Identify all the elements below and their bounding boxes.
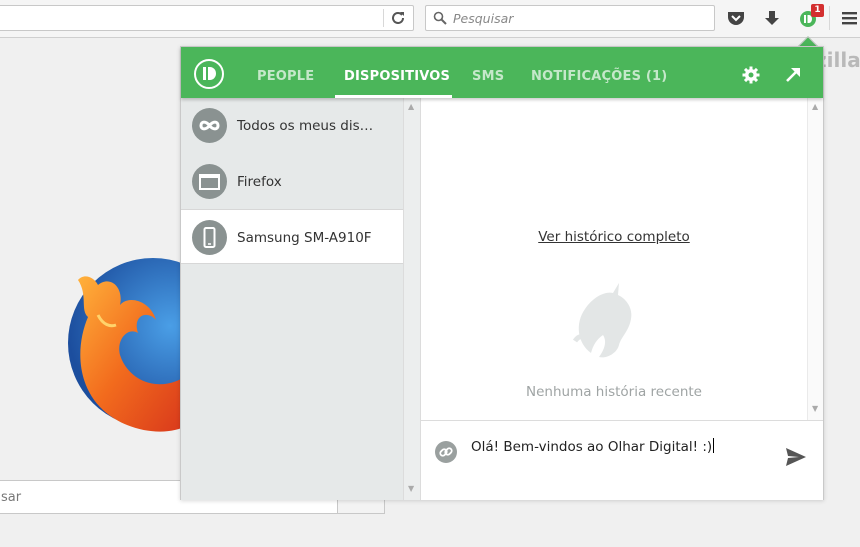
- scroll-up-arrow-icon[interactable]: ▲: [408, 102, 414, 111]
- browser-toolbar: Pesquisar 1: [0, 0, 860, 38]
- search-icon: [433, 10, 447, 29]
- page-search-placeholder: sar: [1, 490, 22, 505]
- device-item-firefox[interactable]: Firefox: [181, 154, 403, 209]
- empty-state-text: Nenhuma história recente: [526, 384, 702, 400]
- search-box[interactable]: Pesquisar: [425, 5, 715, 31]
- attach-link-icon[interactable]: [435, 441, 457, 463]
- pocket-icon[interactable]: [726, 8, 746, 28]
- browser-window-icon: [192, 164, 227, 199]
- message-text: Olá! Bem-vindos ao Olhar Digital! :): [471, 439, 713, 455]
- tab-notificacoes[interactable]: NOTIFICAÇÕES (1): [531, 69, 667, 84]
- scroll-down-arrow-icon[interactable]: ▼: [812, 404, 818, 413]
- search-placeholder: Pesquisar: [453, 11, 514, 26]
- pushbullet-logo-icon: [194, 59, 224, 89]
- tab-people[interactable]: PEOPLE: [257, 69, 314, 84]
- reload-icon[interactable]: [389, 10, 407, 28]
- text-caret: [713, 438, 715, 453]
- tab-sms[interactable]: SMS: [472, 69, 504, 84]
- device-list-scrollbar[interactable]: ▲ ▼: [403, 98, 420, 500]
- notification-badge: 1: [811, 4, 824, 17]
- tab-dispositivos[interactable]: DISPOSITIVOS: [344, 69, 450, 84]
- message-composer: Olá! Bem-vindos ao Olhar Digital! :): [421, 420, 823, 500]
- popup-header: PEOPLE DISPOSITIVOS SMS NOTIFICAÇÕES (1): [181, 47, 823, 98]
- device-label: Samsung SM-A910F: [237, 230, 372, 246]
- device-label: Todos os meus dis…: [237, 118, 374, 134]
- download-icon[interactable]: [762, 8, 782, 28]
- device-list: Todos os meus dis… Firefox Samsung SM-A9…: [181, 98, 403, 500]
- device-item-all[interactable]: Todos os meus dis…: [181, 98, 403, 153]
- message-input[interactable]: Olá! Bem-vindos ao Olhar Digital! :): [471, 438, 715, 455]
- pushbullet-popup: PEOPLE DISPOSITIVOS SMS NOTIFICAÇÕES (1)…: [180, 46, 824, 500]
- push-feed: Ver histórico completo Nenhuma história …: [421, 98, 807, 420]
- scroll-down-arrow-icon[interactable]: ▼: [408, 484, 414, 493]
- feed-scrollbar[interactable]: ▲ ▼: [807, 98, 823, 420]
- send-icon[interactable]: [785, 447, 807, 471]
- full-history-link[interactable]: Ver histórico completo: [421, 229, 807, 245]
- device-item-samsung[interactable]: Samsung SM-A910F: [181, 209, 403, 264]
- active-tab-indicator: [335, 95, 452, 98]
- infinity-icon: [192, 108, 227, 143]
- firefox-logo: [58, 255, 238, 441]
- settings-gear-icon[interactable]: [741, 65, 761, 85]
- device-label: Firefox: [237, 174, 282, 190]
- unicorn-icon: [571, 283, 637, 367]
- popout-arrow-icon[interactable]: [783, 65, 803, 85]
- toolbar-divider: [829, 6, 830, 30]
- scroll-up-arrow-icon[interactable]: ▲: [812, 102, 818, 111]
- phone-icon: [192, 220, 227, 255]
- url-bar[interactable]: [0, 5, 414, 31]
- menu-icon[interactable]: [839, 8, 859, 28]
- url-bar-separator: [383, 9, 384, 27]
